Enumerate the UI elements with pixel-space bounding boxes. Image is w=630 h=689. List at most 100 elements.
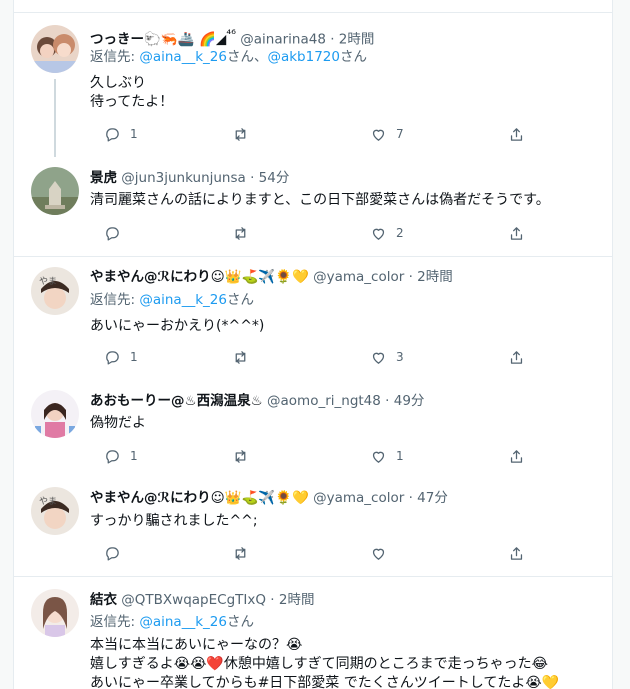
retweet-button[interactable] bbox=[232, 446, 258, 466]
handle[interactable]: @aomo_ri_ngt48 bbox=[267, 393, 381, 409]
tweet-text: あいにゃーおかえり(*^^*) bbox=[90, 318, 265, 334]
like-count: 3 bbox=[396, 350, 404, 364]
timeline-column: つっきー🐑🦐🚢 🌈◢⁴⁶ @ainarina48 · 2時間 返信先: @ain… bbox=[13, 0, 613, 689]
share-button[interactable] bbox=[508, 543, 525, 563]
handle[interactable]: @yama_color bbox=[313, 269, 404, 285]
tweet-header: 結衣 @QTBXwqapECgTIxQ · 2時間 bbox=[90, 591, 602, 609]
mention-link[interactable]: @aina__k_26 bbox=[139, 614, 227, 630]
tweet-actions: 2 bbox=[90, 223, 530, 243]
tweet-actions: 1 7 bbox=[90, 124, 530, 144]
reply-joiner: さん、 bbox=[226, 49, 268, 65]
tweet-text: 久しぶり 待ってたよ！ bbox=[90, 75, 174, 110]
handle[interactable]: @yama_color bbox=[313, 490, 404, 506]
display-name[interactable]: 景虎 bbox=[90, 170, 117, 186]
avatar[interactable]: やま bbox=[31, 487, 79, 535]
retweet-button[interactable] bbox=[232, 124, 258, 144]
dot-separator: · bbox=[404, 490, 418, 506]
timestamp[interactable]: 49分 bbox=[394, 393, 425, 409]
tweet-header: 景虎 @jun3junkunjunsa · 54分 bbox=[90, 169, 602, 187]
handle[interactable]: @ainarina48 bbox=[240, 32, 326, 48]
display-name[interactable]: 結衣 bbox=[90, 592, 117, 608]
mention-link[interactable]: @aina__k_26 bbox=[139, 49, 227, 65]
reply-count: 1 bbox=[130, 127, 138, 141]
timestamp[interactable]: 54分 bbox=[259, 170, 290, 186]
share-icon bbox=[510, 226, 523, 240]
tweet-actions: 1 1 bbox=[90, 446, 530, 466]
retweet-icon bbox=[235, 350, 246, 364]
dot-separator: · bbox=[266, 592, 279, 608]
tweet[interactable]: つっきー🐑🦐🚢 🌈◢⁴⁶ @ainarina48 · 2時間 返信先: @ain… bbox=[14, 13, 612, 157]
tweet[interactable]: 結衣 @QTBXwqapECgTIxQ · 2時間 返信先: @aina__k_… bbox=[14, 576, 612, 689]
timestamp[interactable]: 47分 bbox=[417, 490, 448, 506]
reply-button[interactable]: 1 bbox=[104, 347, 138, 367]
reply-icon bbox=[106, 350, 119, 365]
like-icon bbox=[372, 352, 385, 364]
handle[interactable]: @jun3junkunjunsa bbox=[121, 170, 246, 186]
avatar[interactable] bbox=[31, 25, 79, 73]
like-button[interactable]: 2 bbox=[370, 223, 404, 243]
tweet[interactable]: やま やまやん@ℛにわり☺👑⛳✈️🌻💛 @yama_color · 47分 すっ… bbox=[14, 474, 612, 574]
like-icon bbox=[372, 129, 385, 141]
svg-text:やま: やま bbox=[39, 276, 57, 287]
avatar[interactable] bbox=[31, 589, 79, 637]
like-button[interactable]: 3 bbox=[370, 347, 404, 367]
avatar[interactable] bbox=[31, 167, 79, 215]
reply-context: 返信先: @aina__k_26さん、@akb1720さん bbox=[90, 48, 367, 66]
retweet-icon bbox=[235, 449, 246, 463]
reply-button[interactable]: 1 bbox=[104, 446, 138, 466]
reply-suffix: さん bbox=[226, 614, 254, 630]
like-count: 2 bbox=[396, 226, 404, 240]
reply-prefix: 返信先: bbox=[90, 614, 140, 630]
like-button[interactable]: 1 bbox=[370, 446, 404, 466]
tweet[interactable]: やま やまやん@ℛにわり☺👑⛳✈️🌻💛 @yama_color · 2時間 返信… bbox=[14, 256, 612, 378]
like-icon bbox=[372, 548, 385, 560]
reply-context: 返信先: @aina__k_26さん bbox=[90, 613, 254, 631]
tweet-text: すっかり騙されました^^; bbox=[90, 513, 258, 529]
top-divider bbox=[14, 0, 612, 13]
avatar[interactable] bbox=[31, 390, 79, 438]
share-button[interactable] bbox=[508, 223, 525, 243]
display-name[interactable]: やまやん@ℛにわり☺👑⛳✈️🌻💛 bbox=[90, 490, 309, 506]
reply-icon bbox=[106, 127, 119, 142]
retweet-icon bbox=[235, 127, 246, 141]
display-name[interactable]: やまやん@ℛにわり☺👑⛳✈️🌻💛 bbox=[90, 269, 309, 285]
like-icon bbox=[372, 451, 385, 463]
display-name[interactable]: つっきー🐑🦐🚢 🌈◢ bbox=[90, 32, 226, 48]
timestamp[interactable]: 2時間 bbox=[339, 32, 375, 48]
reply-icon bbox=[106, 226, 119, 241]
reply-suffix: さん bbox=[339, 49, 367, 65]
tweet-header: やまやん@ℛにわり☺👑⛳✈️🌻💛 @yama_color · 47分 bbox=[90, 489, 602, 507]
share-icon bbox=[510, 546, 523, 560]
mention-link[interactable]: @aina__k_26 bbox=[139, 292, 227, 308]
share-button[interactable] bbox=[508, 347, 525, 367]
reply-suffix: さん bbox=[226, 292, 254, 308]
retweet-button[interactable] bbox=[232, 223, 258, 243]
name-badge: ⁴⁶ bbox=[226, 27, 236, 41]
reply-button[interactable] bbox=[104, 223, 130, 243]
reply-button[interactable]: 1 bbox=[104, 124, 138, 144]
tweet[interactable]: 景虎 @jun3junkunjunsa · 54分 清司麗菜さんの話によりますと… bbox=[14, 157, 612, 255]
reply-button[interactable] bbox=[104, 543, 121, 563]
share-button[interactable] bbox=[508, 446, 525, 466]
tweet-header: やまやん@ℛにわり☺👑⛳✈️🌻💛 @yama_color · 2時間 bbox=[90, 268, 602, 286]
tweet-header: つっきー🐑🦐🚢 🌈◢⁴⁶ @ainarina48 · 2時間 bbox=[90, 25, 602, 49]
reply-context: 返信先: @aina__k_26さん bbox=[90, 291, 254, 309]
mention-link[interactable]: @akb1720 bbox=[267, 49, 340, 65]
dot-separator: · bbox=[404, 269, 418, 285]
share-button[interactable] bbox=[508, 124, 525, 144]
avatar[interactable]: やま bbox=[31, 267, 79, 315]
like-count: 7 bbox=[396, 127, 404, 141]
retweet-button[interactable] bbox=[232, 543, 249, 563]
timestamp[interactable]: 2時間 bbox=[279, 592, 315, 608]
display-name[interactable]: あおもーりー@♨西潟温泉♨ bbox=[90, 393, 263, 409]
dot-separator: · bbox=[380, 393, 394, 409]
handle[interactable]: @QTBXwqapECgTIxQ bbox=[121, 592, 266, 608]
like-button[interactable]: 7 bbox=[370, 124, 404, 144]
tweet[interactable]: あおもーりー@♨西潟温泉♨ @aomo_ri_ngt48 · 49分 偽物だよ … bbox=[14, 377, 612, 474]
reply-prefix: 返信先: bbox=[90, 292, 140, 308]
reply-prefix: 返信先: bbox=[90, 49, 140, 65]
like-button[interactable] bbox=[370, 543, 387, 563]
retweet-button[interactable] bbox=[232, 347, 258, 367]
share-icon bbox=[510, 350, 523, 364]
timestamp[interactable]: 2時間 bbox=[417, 269, 453, 285]
